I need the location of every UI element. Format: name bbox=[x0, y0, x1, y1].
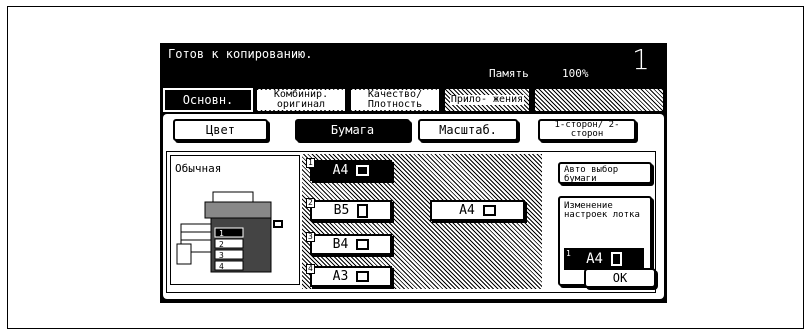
tray-bypass-size: A4 bbox=[459, 203, 475, 218]
tray-1-size: A4 bbox=[332, 163, 349, 178]
auto-paper-button[interactable]: Авто выбор бумаги bbox=[558, 162, 652, 184]
change-tray-settings-label: Изменение настроек лотка bbox=[564, 201, 640, 220]
tray-3-size: B4 bbox=[332, 237, 349, 252]
tray-3-button[interactable]: 3 B4 bbox=[306, 232, 392, 255]
subtab-paper-label: Бумага bbox=[330, 123, 375, 137]
copier-illustration-icon: 1 2 3 4 bbox=[176, 191, 283, 273]
machine-tray-4-label: 4 bbox=[219, 262, 224, 271]
tray-4-number: 4 bbox=[306, 264, 315, 274]
status-bar: Готов к копированию. Память 100% 1 bbox=[160, 43, 667, 85]
tab-basic[interactable]: Основн. bbox=[163, 88, 253, 112]
tray-2-size: B5 bbox=[333, 203, 350, 218]
subtab-color-label: Цвет bbox=[206, 123, 235, 137]
tray-4-button[interactable]: 4 A3 bbox=[306, 264, 392, 287]
paper-type: Обычная bbox=[175, 162, 222, 175]
paper-content: Обычная 1 2 3 4 1 A4 2 B5 A4 3 B4 4 A3 А… bbox=[166, 151, 656, 293]
tray-4-size: A3 bbox=[332, 269, 349, 284]
tray-2-number: 2 bbox=[306, 198, 315, 208]
subtab-duplex[interactable]: 1-сторон/ 2-сторон bbox=[538, 119, 636, 141]
subtab-duplex-label: 1-сторон/ 2-сторон bbox=[554, 120, 620, 139]
machine-preview: Обычная 1 2 3 4 bbox=[170, 155, 300, 285]
tray-1-button[interactable]: 1 A4 bbox=[306, 158, 392, 181]
machine-tray-1-label: 1 bbox=[219, 229, 224, 238]
landscape-paper-icon bbox=[356, 165, 370, 176]
tab-quality-density-label: Качество/ Плотность bbox=[351, 90, 439, 110]
tab-applications[interactable]: Прило- жения bbox=[444, 88, 530, 112]
selected-tray-indicator: 1 A4 bbox=[564, 248, 644, 270]
status-message: Готов к копированию. bbox=[168, 47, 313, 61]
memory-label: Память bbox=[489, 67, 529, 80]
landscape-paper-icon bbox=[356, 239, 370, 250]
copier-panel: Готов к копированию. Память 100% 1 Основ… bbox=[160, 43, 667, 303]
tab-empty bbox=[534, 88, 664, 112]
landscape-paper-icon bbox=[356, 271, 370, 282]
subtab-color[interactable]: Цвет bbox=[173, 119, 268, 141]
auto-paper-label: Авто выбор бумаги bbox=[564, 165, 619, 184]
memory-value: 100% bbox=[562, 67, 589, 80]
ok-label: OK bbox=[612, 271, 628, 285]
tray-2-button[interactable]: 2 B5 bbox=[306, 198, 392, 221]
subtab-zoom-label: Масштаб. bbox=[439, 123, 497, 137]
subtab-zoom[interactable]: Масштаб. bbox=[418, 119, 518, 141]
machine-tray-2-label: 2 bbox=[219, 240, 224, 249]
tray-selector: 1 A4 2 B5 A4 3 B4 4 A3 bbox=[302, 154, 542, 289]
selected-tray-number: 1 bbox=[566, 249, 571, 258]
selected-tray-size: A4 bbox=[586, 250, 603, 267]
machine-tray-3-label: 3 bbox=[219, 251, 224, 260]
main-area: Цвет Бумага Масштаб. 1-сторон/ 2-сторон … bbox=[163, 114, 664, 299]
portrait-paper-icon bbox=[610, 252, 622, 266]
subtab-paper[interactable]: Бумага bbox=[295, 119, 410, 141]
tray-bypass-button[interactable]: A4 bbox=[430, 200, 525, 221]
tray-3-number: 3 bbox=[306, 232, 315, 242]
landscape-paper-icon bbox=[482, 205, 496, 216]
tab-quality-density[interactable]: Качество/ Плотность bbox=[350, 88, 440, 112]
tab-basic-label: Основн. bbox=[182, 93, 234, 107]
tray-1-number: 1 bbox=[306, 158, 315, 168]
ok-button[interactable]: OK bbox=[584, 268, 656, 288]
tab-combine-original[interactable]: Комбинир. оригинал bbox=[256, 88, 346, 112]
tab-applications-label: Прило- жения bbox=[449, 94, 525, 105]
copy-count: 1 bbox=[632, 43, 650, 76]
tab-combine-original-label: Комбинир. оригинал bbox=[257, 90, 345, 110]
portrait-paper-icon bbox=[357, 203, 369, 218]
